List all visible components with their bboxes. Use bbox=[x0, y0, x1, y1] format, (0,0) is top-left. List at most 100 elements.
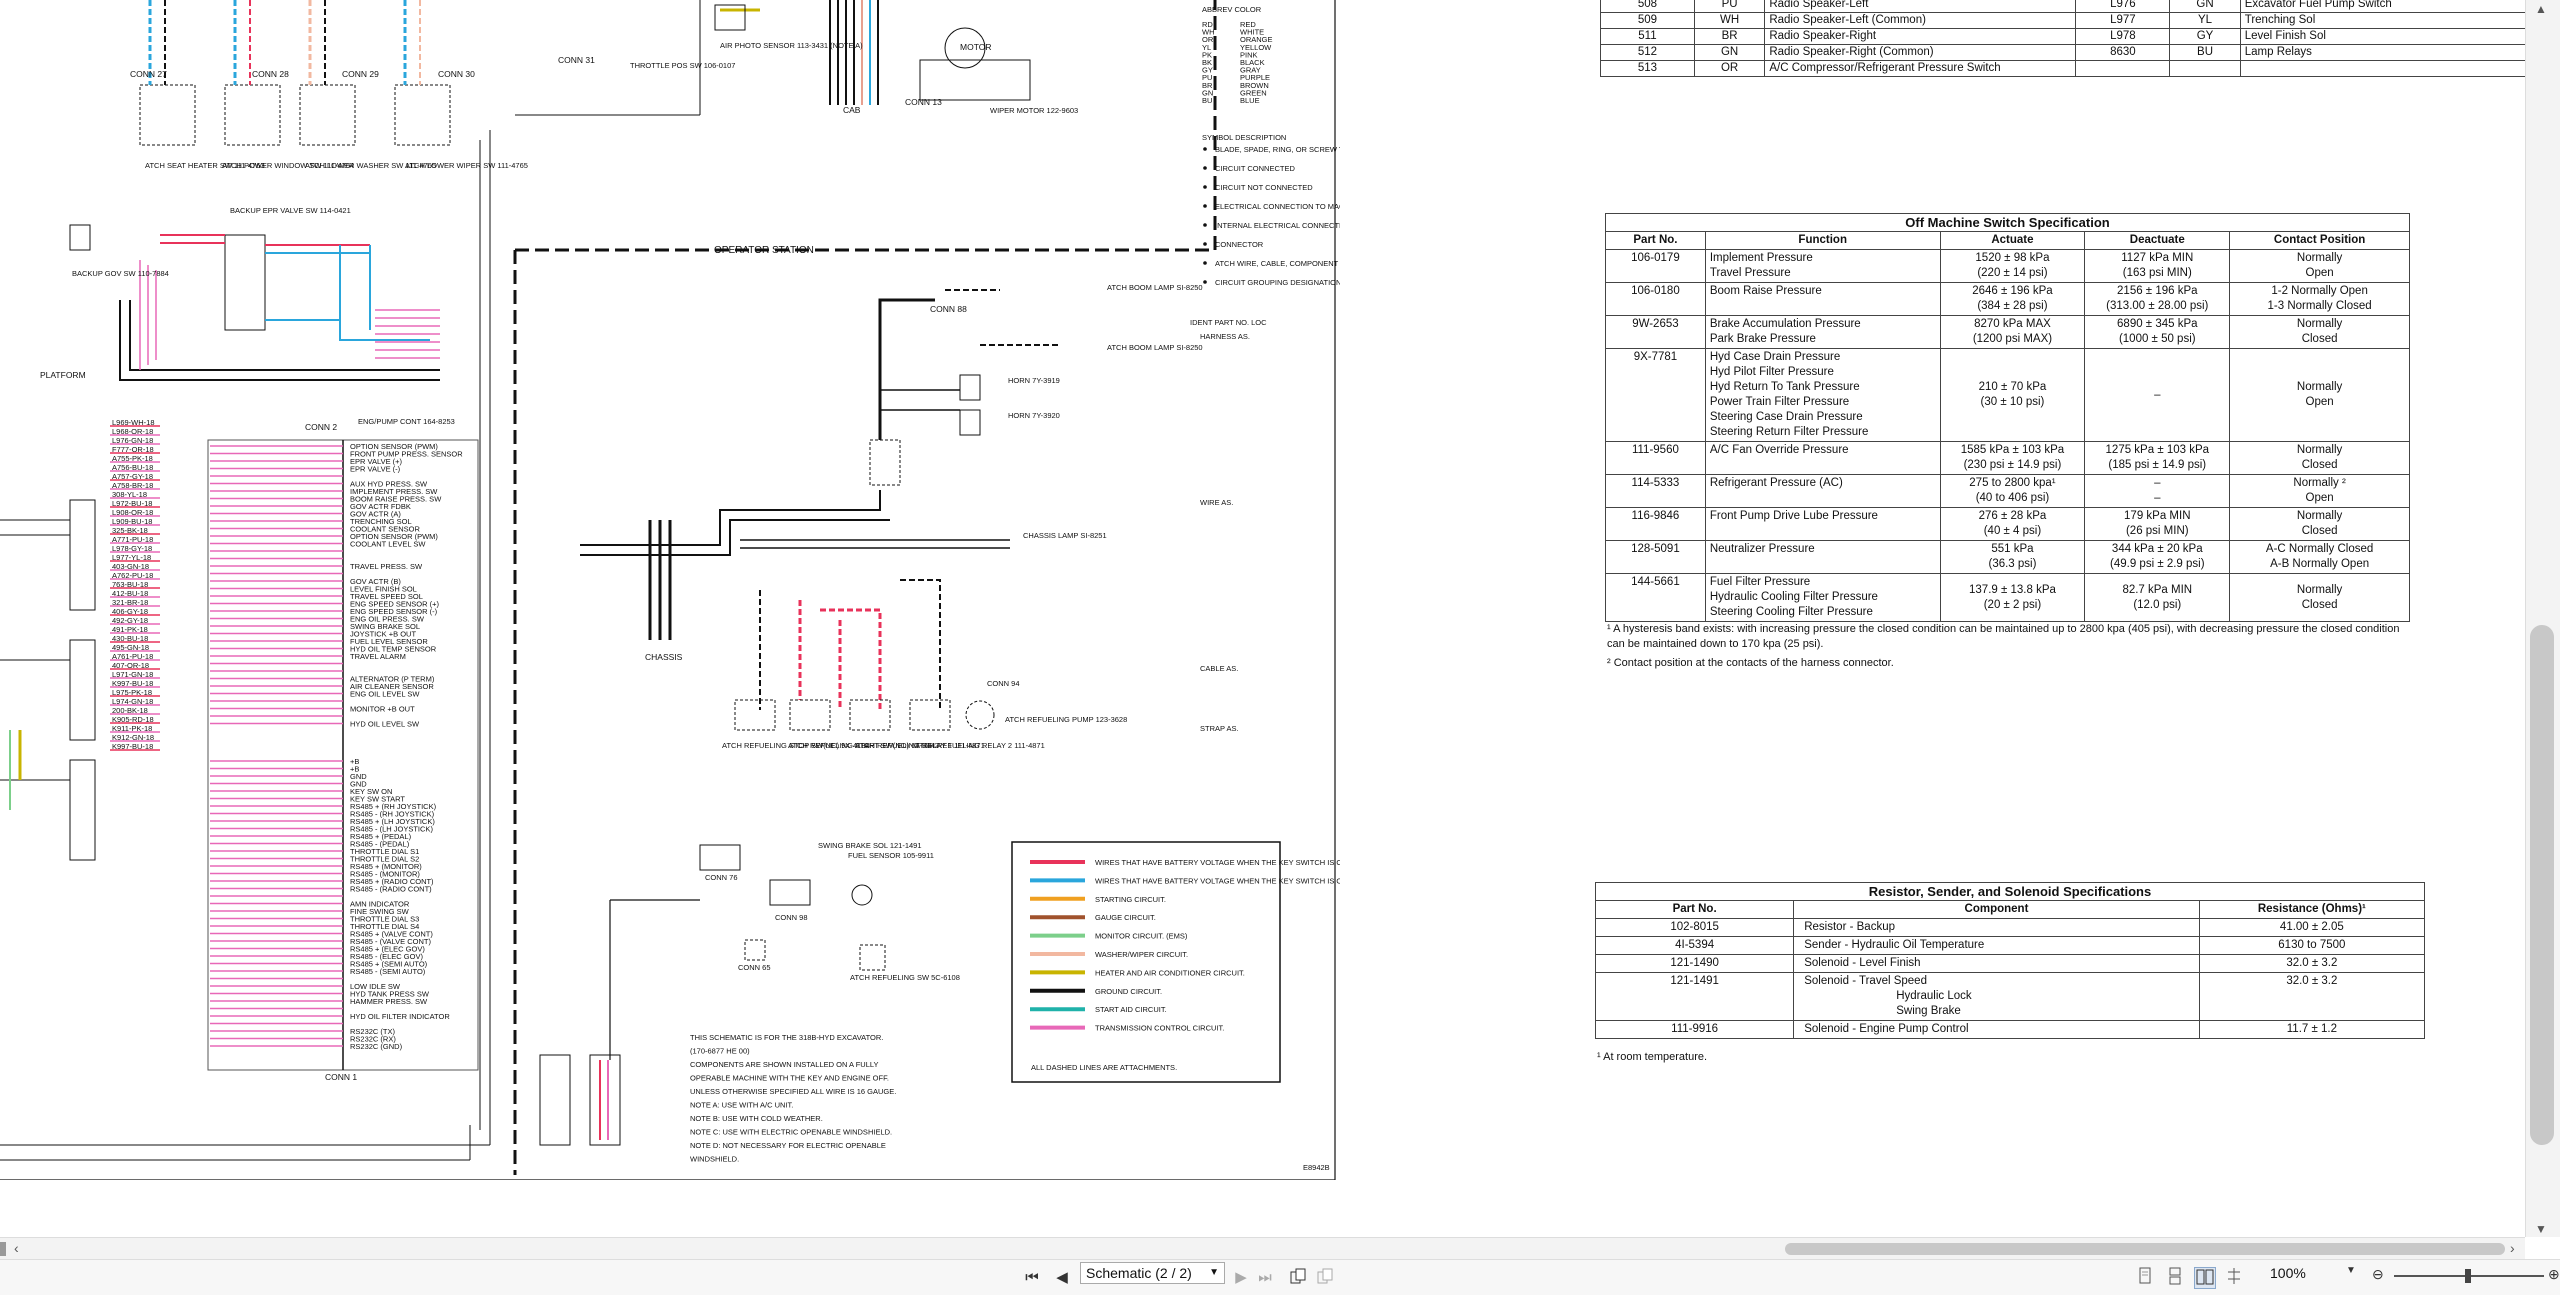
table-row: 121-1491 Solenoid - Travel Speed Hydraulic… bbox=[1594, 972, 2426, 1021]
part-number: 106-0180 bbox=[1605, 282, 1706, 316]
table-cell: 511 bbox=[1600, 28, 1695, 45]
actuate-cell: 551 kPa (36.3 psi) bbox=[1939, 540, 2086, 574]
conn94-label: CONN 94 bbox=[987, 679, 1020, 688]
continuous-view-icon[interactable] bbox=[2165, 1267, 2185, 1289]
cell-line: Hyd Case Drain Pressure bbox=[1709, 351, 1841, 363]
cell-line: 2156 ± 196 kPa bbox=[2117, 285, 2198, 297]
conn1-pin-label: RS485 - (RADIO CONT) bbox=[350, 885, 432, 894]
table-cell: Trenching Sol bbox=[2239, 12, 2525, 29]
next-page-button[interactable]: ▶ bbox=[1232, 1267, 1250, 1289]
schematic-drawing: OPERATOR STATION CONN 27 CONN 28 CONN 29… bbox=[0, 0, 1340, 1180]
zoom-out-icon[interactable]: ⊖ bbox=[2372, 1266, 2384, 1283]
legend-label: STARTING CIRCUIT. bbox=[1095, 895, 1166, 904]
cell-line: (185 psi ± 14.9 psi) bbox=[2108, 459, 2207, 471]
resistance-cell: 32.0 ± 3.2 bbox=[2198, 972, 2426, 1021]
last-page-button[interactable]: ⏭ bbox=[1255, 1267, 1275, 1289]
left-wire-label: 321-BR-18 bbox=[112, 598, 148, 607]
cell-line: Closed bbox=[2301, 459, 2338, 471]
copy-page-icon[interactable] bbox=[1288, 1267, 1308, 1289]
horizontal-scrollbar[interactable]: ‹ › bbox=[0, 1237, 2525, 1259]
zoom-slider[interactable]: ⊖ ⊕ bbox=[2372, 1266, 2560, 1283]
cell-line: – bbox=[2154, 492, 2161, 504]
cell-line: 276 ± 28 kPa bbox=[1978, 510, 2047, 522]
left-connectors bbox=[0, 499, 96, 861]
left-wire-label: 403-GN-18 bbox=[112, 562, 149, 571]
table-cell: 512 bbox=[1600, 44, 1695, 61]
table-row: 508 PU Radio Speaker-Left L976 GN Excavator F… bbox=[1600, 0, 2525, 13]
table-cell: Radio Speaker-Right bbox=[1764, 28, 2077, 45]
zoom-in-icon[interactable]: ⊕ bbox=[2548, 1266, 2560, 1283]
cell-line: Closed bbox=[2301, 525, 2338, 537]
conn2-pin-label: COOLANT LEVEL SW bbox=[350, 540, 426, 549]
function-cell: A/C Fan Override Pressure bbox=[1704, 441, 1941, 475]
scroll-up-icon[interactable]: ▲ bbox=[2535, 2, 2547, 16]
cell-line: – bbox=[2154, 388, 2161, 401]
zoom-level[interactable]: 100% bbox=[2270, 1265, 2306, 1281]
throttle-label: THROTTLE POS SW 106-0107 bbox=[630, 61, 735, 70]
cell-line: Normally bbox=[2296, 444, 2343, 456]
contact-cell: Normally Closed bbox=[2229, 315, 2410, 349]
conn76-label: CONN 76 bbox=[705, 873, 738, 882]
zoom-knob[interactable] bbox=[2465, 1269, 2471, 1283]
viewer-toolbar: ⏮ ◀ ▶ ⏭ bbox=[0, 1259, 2560, 1295]
header-actuate: Actuate bbox=[1939, 231, 2086, 250]
schematic-note: UNLESS OTHERWISE SPECIFIED ALL WIRE IS 1… bbox=[690, 1087, 896, 1096]
table-cell: GN bbox=[1693, 44, 1766, 61]
part-number: 128-5091 bbox=[1605, 540, 1706, 574]
paste-page-icon[interactable] bbox=[1315, 1267, 1335, 1289]
cell-line: Swing Brake bbox=[1896, 1005, 1961, 1017]
switch-note-1: ¹ A hysteresis band exists: with increas… bbox=[1607, 623, 2400, 650]
scroll-down-icon[interactable]: ▼ bbox=[2535, 1222, 2547, 1236]
vertical-scroll-thumb[interactable] bbox=[2530, 625, 2554, 1145]
cell-line: Refrigerant Pressure (AC) bbox=[1709, 477, 1843, 489]
symbol-icon bbox=[1203, 185, 1207, 189]
cell-line: Steering Cooling Filter Pressure bbox=[1709, 606, 1873, 618]
symbol-icon bbox=[1203, 223, 1207, 227]
two-page-view-icon[interactable] bbox=[2194, 1267, 2216, 1289]
single-page-view-icon[interactable] bbox=[2135, 1267, 2155, 1289]
cell-line: A-B Normally Open bbox=[2270, 558, 2370, 570]
conn1-pin-label: RS232C (GND) bbox=[350, 1042, 403, 1051]
header-deactuate: Deactuate bbox=[2084, 231, 2231, 250]
cell-line: (220 ± 14 psi) bbox=[1977, 267, 2048, 279]
horn2-label: HORN 7Y-3920 bbox=[1008, 411, 1060, 420]
switch-note-2: ² Contact position at the contacts of th… bbox=[1607, 657, 1894, 669]
eng-pump-label: ENG/PUMP CONT 164-8253 bbox=[358, 417, 455, 426]
legend-label: TRANSMISSION CONTROL CIRCUIT. bbox=[1095, 1024, 1224, 1033]
chassis-label: CHASSIS bbox=[645, 652, 683, 662]
first-page-button[interactable]: ⏮ bbox=[1022, 1267, 1042, 1289]
page-select-value: Schematic (2 / 2) bbox=[1086, 1265, 1192, 1281]
prev-page-button[interactable]: ◀ bbox=[1052, 1267, 1072, 1289]
wire-color-table: 508 PU Radio Speaker-Left L976 GN Excavator F… bbox=[1600, 0, 2525, 77]
zoom-dropdown-icon[interactable]: ▼ bbox=[2346, 1265, 2356, 1276]
cell-line: 6890 ± 345 kPa bbox=[2117, 318, 2198, 330]
fit-view-icon[interactable] bbox=[2224, 1267, 2244, 1289]
abbrev-color: BLUE bbox=[1240, 96, 1260, 105]
deactuate-cell: 1127 kPa MIN (163 psi MIN) bbox=[2084, 249, 2231, 283]
abbrev-header: ABBREV COLOR bbox=[1202, 5, 1262, 14]
scroll-right-icon[interactable]: › bbox=[2510, 1240, 2515, 1256]
symbol-description: ELECTRICAL CONNECTION TO MACHINE STRUCTU… bbox=[1215, 202, 1340, 211]
left-wire-label: K911-PK-18 bbox=[112, 724, 152, 733]
table-row: 111-9560 A/C Fan Override Pressure 1585 kP… bbox=[1605, 441, 2410, 475]
cell-line: (1200 psi MAX) bbox=[1972, 333, 2053, 345]
fuel-sensor-label: FUEL SENSOR 105-9911 bbox=[848, 851, 934, 860]
table-row: 9W-2653 Brake Accumulation Pressure Park B… bbox=[1605, 315, 2410, 349]
vertical-scrollbar[interactable]: ▲ ▼ bbox=[2525, 0, 2560, 1237]
left-wire-label: 491-PK-18 bbox=[112, 625, 148, 634]
page-select-dropdown[interactable]: Schematic (2 / 2) ▼ bbox=[1080, 1262, 1225, 1284]
atch-switches bbox=[139, 0, 451, 146]
cell-line: Resistor - Backup bbox=[1804, 921, 1895, 933]
cell-line: (30 ± 10 psi) bbox=[1980, 396, 2045, 408]
horizontal-scroll-thumb[interactable] bbox=[1785, 1243, 2505, 1255]
contact-cell: Normally Closed bbox=[2229, 507, 2410, 541]
left-wire-label: F777-OR-18 bbox=[112, 445, 154, 454]
scroll-left-icon[interactable]: ‹ bbox=[14, 1240, 19, 1256]
deactuate-cell: 82.7 kPa MIN (12.0 psi) bbox=[2084, 573, 2231, 622]
table-row: 511 BR Radio Speaker-Right L978 GY Level Fini… bbox=[1600, 28, 2525, 45]
conn1-pin-label: HAMMER PRESS. SW bbox=[350, 997, 428, 1006]
cell-line: (20 ± 2 psi) bbox=[1983, 598, 2042, 611]
cell-line: 2646 ± 196 kPa bbox=[1972, 285, 2053, 297]
table-cell: L978 bbox=[2075, 28, 2171, 45]
conn1-pin-label: RS485 - (SEMI AUTO) bbox=[350, 967, 426, 976]
